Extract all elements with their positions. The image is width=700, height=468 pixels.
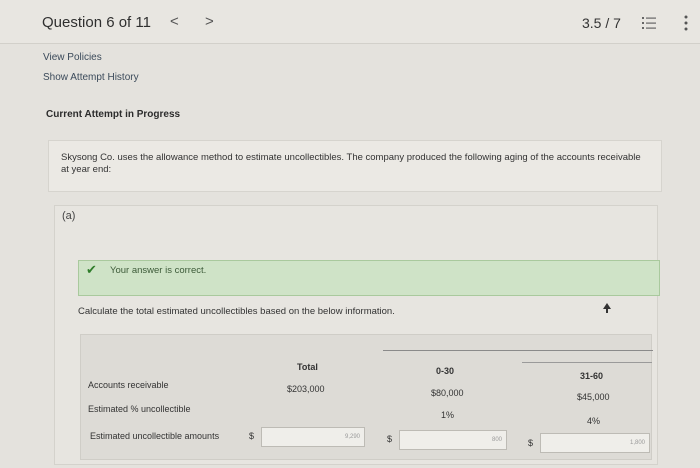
header-rule: [383, 350, 653, 351]
row-label-accounts-receivable: Accounts receivable: [88, 380, 169, 390]
question-list-icon[interactable]: [642, 17, 656, 29]
uncollectible-0-30-input[interactable]: 800: [399, 430, 507, 450]
uncollectible-31-60-input[interactable]: 1,800: [540, 433, 650, 453]
check-icon: ✔: [86, 262, 97, 277]
problem-statement-box: Skysong Co. uses the allowance method to…: [48, 140, 662, 192]
total-uncollectible-input[interactable]: 9,290: [261, 427, 365, 447]
part-label: (a): [62, 210, 76, 222]
column-header-0-30: 0-30: [436, 366, 455, 376]
column-header-total: Total: [297, 362, 318, 372]
ar-total-value: $203,000: [287, 384, 325, 394]
row-label-estimated-amounts: Estimated uncollectible amounts: [90, 431, 220, 441]
ar-0-30-value: $80,000: [431, 388, 464, 398]
column-header-31-60: 31-60: [580, 371, 604, 381]
ar-31-60-value: $45,000: [577, 392, 610, 402]
next-question-button[interactable]: >: [205, 13, 214, 30]
pct-0-30-value: 1%: [441, 410, 455, 420]
feedback-text: Your answer is correct.: [110, 265, 207, 276]
row-label-pct-uncollectible: Estimated % uncollectible: [88, 404, 191, 414]
currency-symbol: $: [387, 434, 393, 444]
instruction-text: Calculate the total estimated uncollecti…: [78, 306, 395, 317]
pct-31-60-value: 4%: [587, 416, 601, 426]
currency-symbol: $: [249, 431, 255, 441]
score-display: 3.5 / 7: [582, 15, 621, 31]
question-label: Question 6 of 11: [42, 14, 151, 31]
currency-symbol: $: [528, 438, 534, 448]
view-policies-link[interactable]: View Policies: [43, 52, 102, 63]
more-options-icon[interactable]: [684, 15, 688, 31]
previous-question-button[interactable]: <: [170, 13, 179, 30]
current-attempt-heading: Current Attempt in Progress: [46, 109, 181, 120]
show-attempt-history-link[interactable]: Show Attempt History: [43, 72, 139, 83]
problem-statement-text: Skysong Co. uses the allowance method to…: [61, 152, 641, 175]
mouse-cursor-icon: [603, 303, 611, 313]
header-rule-secondary: [522, 362, 652, 363]
